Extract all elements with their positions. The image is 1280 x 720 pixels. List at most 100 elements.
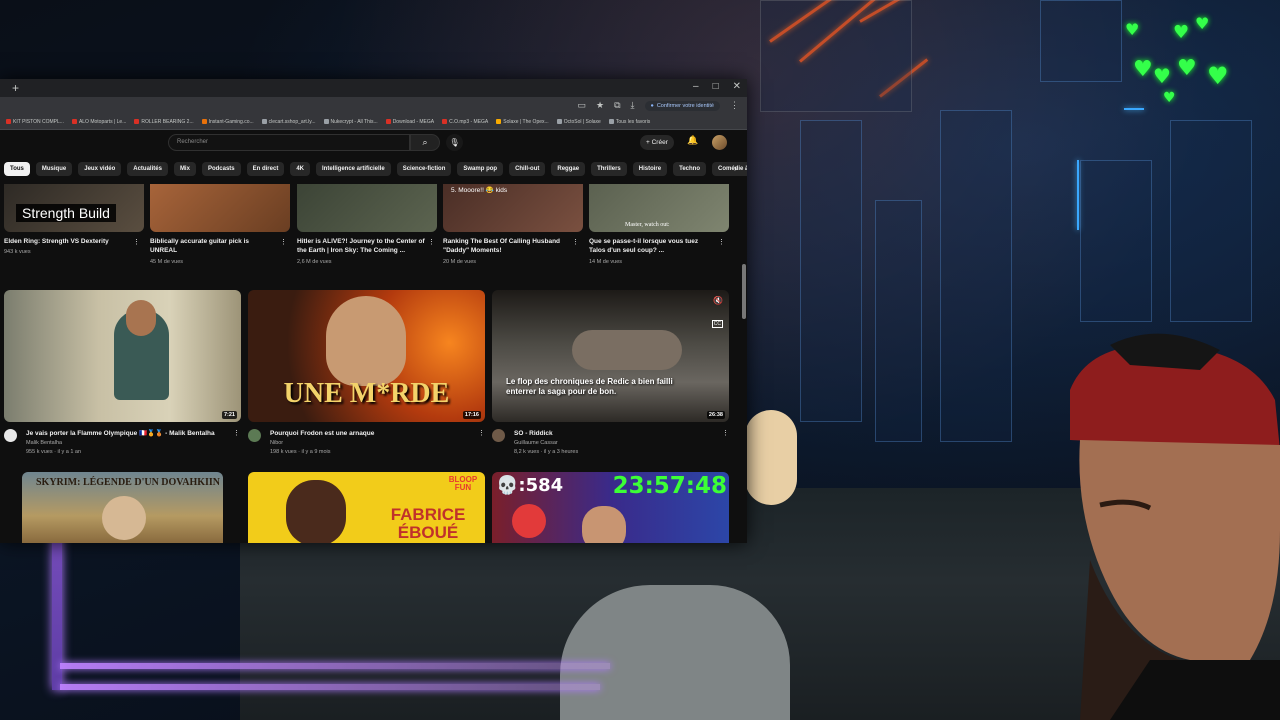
chip-13[interactable]: Thrillers — [591, 162, 627, 176]
bookmark-item[interactable]: Solaxe | The Opex... — [496, 119, 549, 125]
video-title[interactable]: SO - Riddick — [514, 429, 714, 438]
voice-search-button[interactable]: 🎙 — [446, 134, 463, 151]
bookmark-favicon-icon — [261, 119, 267, 124]
building — [760, 0, 912, 112]
video-thumbnail[interactable]: Master, watch out: — [589, 184, 729, 232]
video-title[interactable]: Ranking The Best Of Calling Husband "Dad… — [443, 237, 569, 255]
bookmark-label: ALO Motoparts | Le... — [78, 118, 127, 125]
bookmark-item[interactable]: Instant-Gaming.co... — [201, 119, 254, 125]
chip-7[interactable]: 4K — [290, 162, 310, 176]
channel-name[interactable]: Malik Bentalha — [26, 439, 62, 447]
thumbnail-face — [286, 480, 346, 543]
chip-9[interactable]: Science-fiction — [396, 162, 452, 176]
bookmark-item[interactable]: Nukecrypt - All This... — [323, 119, 378, 125]
chip-8[interactable]: Intelligence artificielle — [316, 162, 391, 176]
search-input[interactable]: Rechercher — [168, 134, 410, 151]
building — [1040, 0, 1122, 82]
chip-0[interactable]: Tous — [4, 162, 30, 176]
bookmark-label: Download - MEGA — [392, 118, 435, 125]
avatar[interactable] — [712, 135, 727, 150]
download-icon[interactable]: ⤓ — [631, 100, 635, 111]
thumbnail-face — [126, 300, 156, 336]
bookmark-item[interactable]: KIT PISTON COMPL... — [6, 119, 64, 125]
chevron-right-icon[interactable]: › — [734, 163, 737, 173]
light-beam — [1124, 108, 1144, 110]
more-options-icon[interactable]: ⋮ — [478, 429, 485, 437]
chip-12[interactable]: Reggae — [551, 162, 586, 176]
cast-icon[interactable]: ▭ — [577, 100, 586, 111]
video-thumbnail[interactable]: SKYRIM: LÉGENDE D'UN DOVAHKIIN — [22, 472, 223, 543]
building — [800, 120, 862, 422]
video-thumbnail[interactable]: 💀:584 23:57:48 — [492, 472, 729, 543]
more-options-icon[interactable]: ⋮ — [133, 238, 140, 246]
more-options-icon[interactable]: ⋮ — [572, 238, 579, 246]
extensions-icon[interactable]: ⧉ — [614, 100, 620, 111]
chip-11[interactable]: Chill-out — [509, 162, 546, 176]
more-options-icon[interactable]: ⋮ — [280, 238, 287, 246]
chip-1[interactable]: Musique — [35, 162, 73, 176]
video-thumbnail[interactable]: 5. Mooore!! 😂 kids — [443, 184, 583, 232]
close-button[interactable]: ✕ — [733, 81, 741, 92]
video-thumbnail[interactable]: Strength Build — [4, 184, 144, 232]
chip-4[interactable]: Mix — [173, 162, 196, 176]
blanket — [560, 585, 790, 720]
confirm-identity-button[interactable]: ● Confirmer votre identité — [644, 100, 720, 111]
address-bar: ▭ ★ ⧉ ⤓ ● Confirmer votre identité ⋮ — [0, 97, 747, 114]
captions-icon[interactable]: CC — [711, 320, 723, 328]
create-button[interactable]: + Créer — [640, 135, 674, 150]
chip-6[interactable]: En direct — [246, 162, 285, 176]
window-controls: – □ ✕ — [693, 81, 741, 92]
minimize-button[interactable]: – — [693, 81, 699, 92]
search-button[interactable]: ⌕ — [410, 134, 440, 151]
maximize-button[interactable]: □ — [713, 81, 719, 92]
account-icon: ● — [650, 102, 654, 109]
mute-icon[interactable]: 🔇 — [713, 296, 723, 305]
star-icon[interactable]: ★ — [596, 100, 604, 111]
bookmark-item[interactable]: clecart.sshop_art.ly... — [261, 119, 316, 125]
bookmark-item[interactable]: ALO Motoparts | Le... — [71, 118, 127, 125]
video-meta: 8,2 k vues · il y a 3 heures — [514, 449, 579, 455]
chip-15[interactable]: Techno — [673, 162, 706, 176]
video-title[interactable]: Je vais porter la Flamme Olympique 🇫🇷🏅🥉 … — [26, 429, 226, 438]
browser-window: + – □ ✕ ▭ ★ ⧉ ⤓ ● Confirmer votre identi… — [0, 79, 747, 543]
channel-name[interactable]: Nibor — [270, 439, 283, 447]
video-thumbnail[interactable]: UNE M*RDE 17:16 — [248, 290, 485, 422]
video-thumbnail[interactable]: 7:21 — [4, 290, 241, 422]
more-options-icon[interactable]: ⋮ — [233, 429, 240, 437]
more-options-icon[interactable]: ⋮ — [428, 238, 435, 246]
more-options-icon[interactable]: ⋮ — [722, 429, 729, 437]
video-title[interactable]: Elden Ring: Strength VS Dexterity — [4, 237, 136, 246]
video-thumbnail[interactable] — [297, 184, 437, 232]
channel-name[interactable]: Guillaume Cassar — [514, 439, 558, 447]
video-thumbnail[interactable] — [150, 184, 290, 232]
new-tab-button[interactable]: + — [12, 81, 19, 95]
bookmark-item[interactable]: OctoSol | Solaxe — [556, 119, 601, 125]
chip-3[interactable]: Actualités — [127, 162, 168, 176]
notifications-bell-icon[interactable]: 🔔 — [687, 135, 698, 146]
video-title[interactable]: Pourquoi Frodon est une arnaque — [270, 429, 470, 438]
video-thumbnail[interactable]: FABRICE ÉBOUÉ BLOOP FUN — [248, 472, 485, 543]
bookmark-favicon-icon — [556, 119, 562, 124]
channel-avatar[interactable] — [248, 429, 261, 442]
thumbnail-overlay-text: Master, watch out: — [625, 222, 670, 228]
chip-14[interactable]: Histoire — [632, 162, 668, 176]
channel-avatar[interactable] — [4, 429, 17, 442]
chip-2[interactable]: Jeux vidéo — [78, 162, 122, 176]
bookmark-item[interactable]: Download - MEGA — [385, 118, 435, 125]
bookmark-item[interactable]: ROLLER BEARING 2... — [134, 119, 194, 125]
more-options-icon[interactable]: ⋮ — [718, 238, 725, 246]
video-title[interactable]: Hitler is ALIVE?! Journey to the Center … — [297, 237, 425, 255]
scrollbar[interactable] — [742, 264, 746, 319]
video-thumbnail[interactable]: Le flop des chroniques de Redic a bien f… — [492, 290, 729, 422]
bookmark-item[interactable]: C.O.mp3 - MEGA — [442, 119, 488, 125]
bookmark-item[interactable]: Tous les favoris — [608, 119, 650, 125]
youtube-header: Rechercher ⌕ 🎙 + Créer 🔔 — [0, 130, 747, 156]
chip-16[interactable]: Comédie à sk... — [712, 162, 747, 176]
video-title[interactable]: Que se passe-t-il lorsque vous tuez Talo… — [589, 237, 713, 255]
chip-10[interactable]: Swamp pop — [457, 162, 504, 176]
video-title[interactable]: Biblically accurate guitar pick is UNREA… — [150, 237, 274, 255]
chip-5[interactable]: Podcasts — [201, 162, 241, 176]
menu-icon[interactable]: ⋮ — [730, 100, 739, 111]
thumbnail-overlay-text: UNE M*RDE — [283, 378, 450, 409]
channel-avatar[interactable] — [492, 429, 505, 442]
